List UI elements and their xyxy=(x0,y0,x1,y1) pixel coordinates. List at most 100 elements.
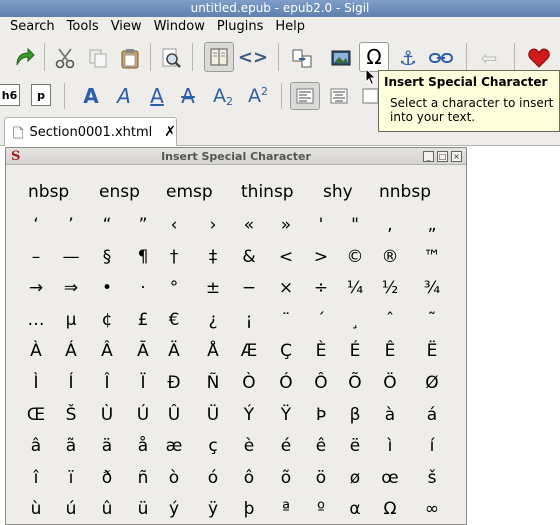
minimize-icon[interactable]: _ xyxy=(423,151,434,162)
char-cell[interactable]: Ò xyxy=(234,375,264,392)
char-cell[interactable]: Ë xyxy=(417,343,447,360)
char-cell[interactable]: í xyxy=(417,438,447,455)
char-cell[interactable]: ú xyxy=(56,501,86,518)
char-cell[interactable]: ê xyxy=(306,438,336,455)
char-cell[interactable]: Ä xyxy=(159,343,189,360)
char-cell[interactable]: ¶ xyxy=(128,248,158,266)
char-cell[interactable]: ½ xyxy=(375,280,405,297)
char-cell[interactable]: ó xyxy=(198,469,228,487)
char-cell[interactable]: ∞ xyxy=(417,501,447,518)
dialog-titlebar[interactable]: S Insert Special Character _ □ × xyxy=(6,148,466,165)
char-cell[interactable]: × xyxy=(271,280,301,297)
char-cell[interactable]: Ì xyxy=(21,375,51,392)
char-cell[interactable]: ° xyxy=(159,280,189,297)
char-cell[interactable]: Ç xyxy=(271,343,301,360)
subscript-icon[interactable]: A2 xyxy=(209,84,237,108)
char-cell[interactable]: Ø xyxy=(417,375,447,392)
char-cell[interactable]: ' xyxy=(306,217,336,234)
char-cell[interactable]: ˜ xyxy=(417,311,447,329)
char-cell[interactable]: þ xyxy=(234,501,264,518)
char-cell[interactable]: Â xyxy=(92,343,122,360)
menu-plugins[interactable]: Plugins xyxy=(211,17,270,37)
named-entity-nnbsp[interactable]: nnbsp xyxy=(379,184,431,201)
code-view-icon[interactable]: <> xyxy=(238,45,268,71)
char-cell[interactable]: ± xyxy=(198,280,228,297)
char-cell[interactable]: Œ xyxy=(21,406,51,424)
char-cell[interactable]: š xyxy=(417,469,447,487)
char-cell[interactable]: ¼ xyxy=(340,280,370,297)
char-cell[interactable]: Ã xyxy=(128,343,158,360)
underline-icon[interactable]: A xyxy=(145,84,169,108)
char-cell[interactable]: > xyxy=(306,248,336,266)
char-cell[interactable]: „ xyxy=(417,217,447,234)
char-cell[interactable]: Ö xyxy=(375,375,405,392)
char-cell[interactable]: § xyxy=(92,248,122,266)
char-cell[interactable]: → xyxy=(21,280,51,297)
char-cell[interactable]: Û xyxy=(159,406,189,424)
char-cell[interactable]: ¢ xyxy=(92,311,122,329)
char-cell[interactable]: ‘ xyxy=(21,217,51,234)
paragraph-button[interactable]: p xyxy=(31,84,51,106)
char-cell[interactable]: Ê xyxy=(375,343,405,360)
char-cell[interactable]: É xyxy=(340,343,370,360)
char-cell[interactable]: ÿ xyxy=(198,501,228,518)
char-cell[interactable]: — xyxy=(56,248,86,266)
char-cell[interactable]: Í xyxy=(56,375,86,392)
char-cell[interactable]: Ü xyxy=(198,406,228,424)
char-cell[interactable]: Ô xyxy=(306,375,336,392)
char-cell[interactable]: â xyxy=(21,438,51,455)
char-cell[interactable]: Å xyxy=(198,343,228,360)
find-replace-icon[interactable] xyxy=(158,45,184,71)
char-cell[interactable]: ” xyxy=(128,217,158,234)
char-cell[interactable]: ¾ xyxy=(417,280,447,297)
char-cell[interactable]: ò xyxy=(159,469,189,487)
char-cell[interactable]: ù xyxy=(21,501,51,518)
char-cell[interactable]: à xyxy=(375,406,405,424)
char-cell[interactable]: ¸ xyxy=(340,311,370,329)
cut-icon[interactable] xyxy=(52,45,78,71)
heading-6-button[interactable]: h6 xyxy=(0,84,20,106)
align-center-icon[interactable] xyxy=(326,84,352,108)
char-cell[interactable]: ï xyxy=(56,469,86,487)
char-cell[interactable]: ª xyxy=(271,501,301,518)
char-cell[interactable]: ’ xyxy=(56,217,86,234)
char-cell[interactable]: Ï xyxy=(128,375,158,392)
char-cell[interactable]: û xyxy=(92,501,122,518)
named-entity-thinsp[interactable]: thinsp xyxy=(241,184,294,201)
book-view-icon[interactable] xyxy=(204,42,234,72)
maximize-icon[interactable]: □ xyxy=(437,151,448,162)
char-cell[interactable]: ‹ xyxy=(159,217,189,234)
char-cell[interactable]: Õ xyxy=(340,375,370,392)
char-cell[interactable]: î xyxy=(21,469,51,487)
char-cell[interactable]: · xyxy=(128,280,158,297)
char-cell[interactable]: ì xyxy=(375,438,405,455)
char-cell[interactable]: – xyxy=(21,248,51,266)
named-entity-shy[interactable]: shy xyxy=(323,184,353,201)
bold-icon[interactable]: A xyxy=(79,84,103,108)
char-cell[interactable]: ⇒ xyxy=(56,280,86,297)
char-cell[interactable]: ä xyxy=(92,438,122,455)
menu-window[interactable]: Window xyxy=(148,17,211,37)
char-cell[interactable]: “ xyxy=(92,217,122,234)
char-cell[interactable]: & xyxy=(234,248,264,266)
char-cell[interactable]: ý xyxy=(159,501,189,518)
char-cell[interactable]: Ú xyxy=(128,406,158,424)
char-cell[interactable]: º xyxy=(306,501,336,518)
redo-icon[interactable] xyxy=(10,45,38,71)
char-cell[interactable]: ™ xyxy=(417,248,447,266)
char-cell[interactable]: Þ xyxy=(306,406,336,424)
char-cell[interactable]: ð xyxy=(92,469,122,487)
char-cell[interactable]: ˆ xyxy=(375,311,405,329)
char-cell[interactable]: , xyxy=(375,217,405,234)
char-cell[interactable]: • xyxy=(92,280,122,297)
char-cell[interactable]: á xyxy=(417,406,447,424)
char-cell[interactable]: õ xyxy=(271,469,301,487)
align-left-icon[interactable] xyxy=(290,82,320,110)
char-cell[interactable]: ç xyxy=(198,438,228,455)
tab-section0001[interactable]: Section0001.xhtml ✗ xyxy=(4,117,177,146)
copy-icon[interactable] xyxy=(85,45,111,71)
char-cell[interactable]: ‡ xyxy=(198,248,228,266)
char-cell[interactable]: è xyxy=(234,438,264,455)
char-cell[interactable]: Ñ xyxy=(198,375,228,392)
tab-close-icon[interactable]: ✗ xyxy=(164,124,176,140)
